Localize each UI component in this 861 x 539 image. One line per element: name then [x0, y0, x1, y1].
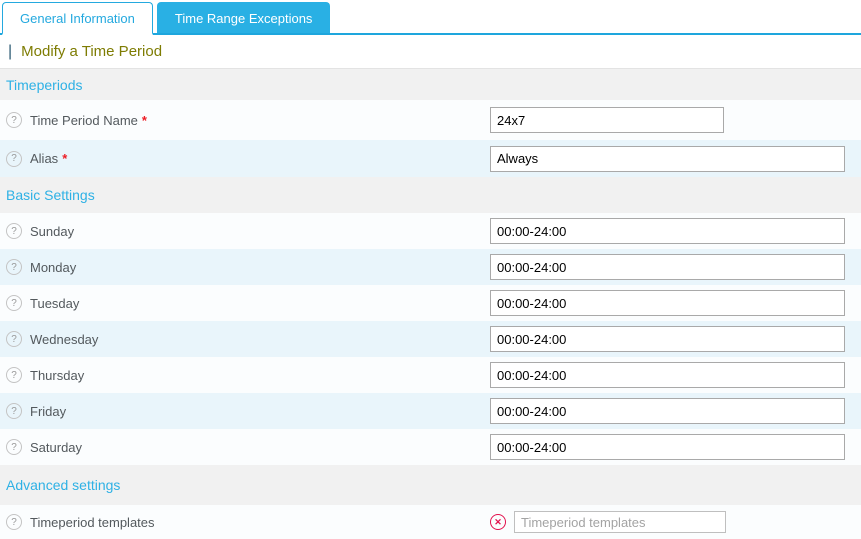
sunday-input[interactable]	[490, 218, 845, 244]
help-icon[interactable]: ?	[6, 514, 22, 530]
help-icon[interactable]: ?	[6, 112, 22, 128]
monday-input-cell	[490, 254, 861, 280]
tuesday-label: Tuesday	[30, 295, 80, 311]
saturday-input-cell	[490, 434, 861, 460]
saturday-label-cell: ? Saturday	[0, 439, 490, 455]
row-wednesday: ? Wednesday	[0, 321, 861, 357]
alias-label-cell: ? Alias *	[0, 150, 490, 167]
row-sunday: ? Sunday	[0, 213, 861, 249]
thursday-label-cell: ? Thursday	[0, 367, 490, 383]
row-tuesday: ? Tuesday	[0, 285, 861, 321]
friday-label: Friday	[30, 403, 67, 419]
wednesday-label-cell: ? Wednesday	[0, 331, 490, 347]
time-period-name-label-cell: ? Time Period Name *	[0, 112, 490, 128]
time-period-name-label: Time Period Name	[30, 112, 138, 128]
monday-label-cell: ? Monday	[0, 259, 490, 275]
timeperiod-templates-input-cell: ✕	[490, 511, 861, 533]
required-asterisk: *	[141, 112, 147, 128]
time-period-name-input[interactable]	[490, 107, 724, 133]
sunday-label: Sunday	[30, 223, 75, 239]
monday-input[interactable]	[490, 254, 845, 280]
timeperiod-templates-label: Timeperiod templates	[30, 514, 155, 530]
tuesday-label-cell: ? Tuesday	[0, 295, 490, 311]
row-alias: ? Alias *	[0, 140, 861, 177]
help-icon[interactable]: ?	[6, 403, 22, 419]
section-header-basic-settings: Basic Settings	[0, 177, 861, 213]
alias-input[interactable]	[490, 145, 845, 172]
section-header-timeperiods: Timeperiods	[0, 69, 861, 100]
help-icon[interactable]: ?	[6, 331, 22, 347]
friday-input-cell	[490, 398, 861, 424]
tuesday-input-cell	[490, 290, 861, 316]
thursday-input-cell	[490, 362, 861, 388]
title-pipe-decoration: |	[8, 42, 13, 60]
tab-time-range-exceptions[interactable]: Time Range Exceptions	[156, 2, 331, 33]
wednesday-label: Wednesday	[30, 331, 99, 347]
row-saturday: ? Saturday	[0, 429, 861, 465]
tab-bar: General Information Time Range Exception…	[0, 0, 861, 35]
thursday-label: Thursday	[30, 367, 85, 383]
thursday-input[interactable]	[490, 362, 845, 388]
friday-label-cell: ? Friday	[0, 403, 490, 419]
wednesday-input-cell	[490, 326, 861, 352]
help-icon[interactable]: ?	[6, 150, 22, 167]
saturday-input[interactable]	[490, 434, 845, 460]
clear-circle-x-icon[interactable]: ✕	[490, 514, 506, 530]
alias-label: Alias	[30, 151, 59, 166]
time-period-name-input-cell	[490, 107, 861, 133]
timeperiod-templates-label-cell: ? Timeperiod templates	[0, 514, 490, 530]
row-friday: ? Friday	[0, 393, 861, 429]
help-icon[interactable]: ?	[6, 223, 22, 239]
help-icon[interactable]: ?	[6, 295, 22, 311]
timeperiod-templates-input[interactable]	[514, 511, 726, 533]
alias-input-cell	[490, 145, 861, 172]
saturday-label: Saturday	[30, 439, 83, 455]
sunday-input-cell	[490, 218, 861, 244]
tab-general-information[interactable]: General Information	[2, 2, 153, 35]
tuesday-input[interactable]	[490, 290, 845, 316]
row-time-period-name: ? Time Period Name *	[0, 100, 861, 140]
page-title: Modify a Time Period	[21, 43, 163, 60]
wednesday-input[interactable]	[490, 326, 845, 352]
help-icon[interactable]: ?	[6, 439, 22, 455]
monday-label: Monday	[30, 259, 77, 275]
help-icon[interactable]: ?	[6, 367, 22, 383]
row-monday: ? Monday	[0, 249, 861, 285]
sunday-label-cell: ? Sunday	[0, 223, 490, 239]
row-thursday: ? Thursday	[0, 357, 861, 393]
required-asterisk: *	[62, 151, 68, 166]
row-timeperiod-templates: ? Timeperiod templates ✕	[0, 505, 861, 539]
friday-input[interactable]	[490, 398, 845, 424]
page-title-bar: | Modify a Time Period	[0, 35, 861, 69]
section-header-advanced-settings: Advanced settings	[0, 465, 861, 505]
help-icon[interactable]: ?	[6, 259, 22, 275]
